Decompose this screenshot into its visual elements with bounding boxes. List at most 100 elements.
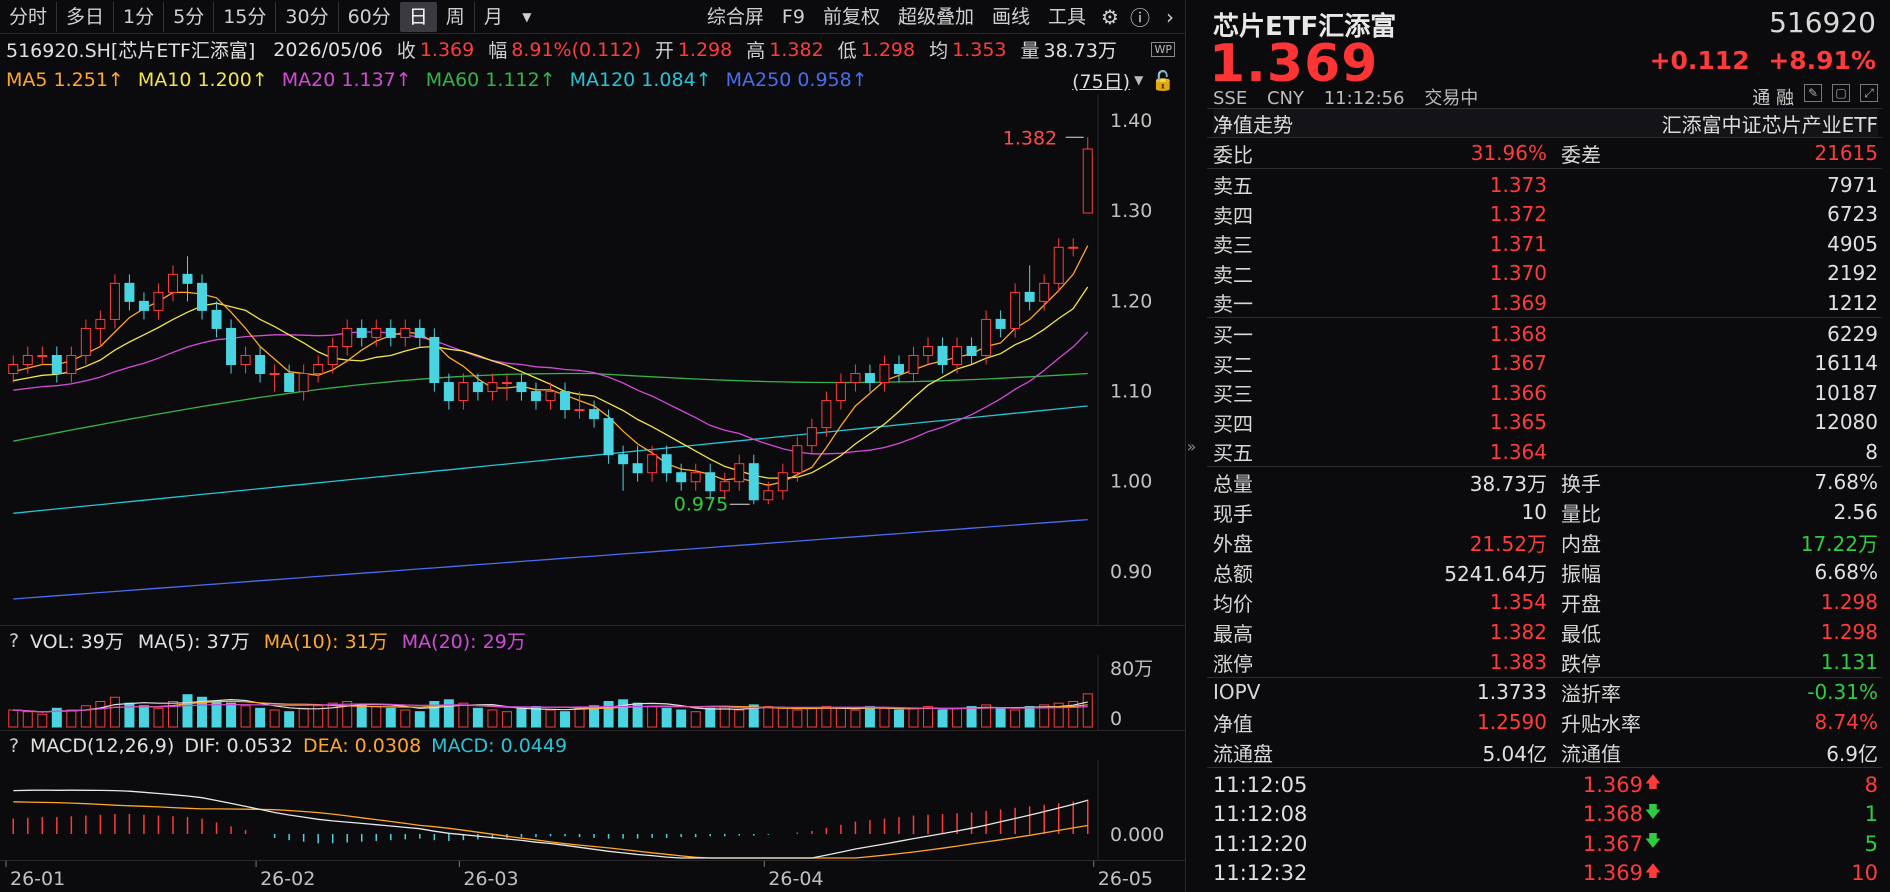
buy-level-row[interactable]: 买五 1.364 8 xyxy=(1213,437,1878,466)
stat-label: IOPV xyxy=(1213,680,1261,704)
candle-body xyxy=(719,481,730,492)
period-tab-1min[interactable]: 1分 xyxy=(113,1,163,32)
macd-help-icon[interactable]: ? xyxy=(6,735,22,757)
candle-body xyxy=(603,418,614,456)
buy-level-label: 买五 xyxy=(1213,441,1253,465)
volume-bar xyxy=(763,706,774,728)
stat-label: 换手 xyxy=(1561,471,1601,496)
tick-price: 1.368 xyxy=(1582,802,1643,826)
sell-level-row[interactable]: 卖一 1.369 1212 xyxy=(1213,288,1878,317)
tool-tools-button[interactable]: 工具 xyxy=(1039,2,1095,32)
candle-body xyxy=(501,382,512,385)
tool-zonghe-button[interactable]: 综合屏 xyxy=(698,2,773,32)
date-axis: 26-01 26-02 26-03 26-04 26-05 xyxy=(0,860,1185,890)
nav-trend-row[interactable]: 净值走势 汇添富中证芯片产业ETF xyxy=(1213,109,1878,137)
stat-row: 总额 5241.64万 振幅 6.68% xyxy=(1213,558,1878,586)
edit-icon[interactable]: ✎ xyxy=(1804,84,1822,102)
stat-value: 1.354 xyxy=(1489,590,1547,614)
period-tab-fenshi[interactable]: 分时 xyxy=(0,2,56,32)
buy-level-row[interactable]: 买二 1.367 16114 xyxy=(1213,349,1878,378)
volume-bar xyxy=(821,706,832,728)
sell-level-row[interactable]: 卖二 1.370 2192 xyxy=(1213,259,1878,288)
buy-level-row[interactable]: 买三 1.366 10187 xyxy=(1213,378,1878,407)
buy-level-qty: 8 xyxy=(1865,439,1878,464)
volume-chart[interactable]: 80万 0 xyxy=(0,655,1185,730)
volume-help-icon[interactable]: ? xyxy=(6,630,22,652)
high-value: 1.382 xyxy=(769,38,824,61)
stat-value: 1.298 xyxy=(1820,620,1878,644)
arrow-up-icon: 🡅 xyxy=(1644,860,1662,880)
tool-draw-button[interactable]: 画线 xyxy=(983,2,1039,32)
tick-qty: 1 xyxy=(1864,802,1878,826)
macd-dif-label: DIF: 0.0532 xyxy=(184,734,293,757)
nav-trend-link[interactable]: 净值走势 xyxy=(1213,109,1293,138)
candle-body xyxy=(95,318,106,329)
expand-icon[interactable]: ⤢ xyxy=(1860,84,1878,102)
volume-bar xyxy=(661,707,672,728)
volume-bar xyxy=(240,705,251,728)
sell-level-row[interactable]: 卖四 1.372 6723 xyxy=(1213,200,1878,229)
period-tab-day[interactable]: 日 xyxy=(399,1,437,32)
weibi-row: 委比 31.96% 委差 21615 xyxy=(1213,139,1878,167)
tool-fuquan-button[interactable]: 前复权 xyxy=(814,2,889,32)
sell-level-label: 卖一 xyxy=(1213,292,1253,316)
buy-level-price: 1.365 xyxy=(1489,410,1547,434)
volume-bar xyxy=(414,711,425,728)
buy-level-qty: 16114 xyxy=(1814,351,1878,375)
period-tab-30min[interactable]: 30分 xyxy=(275,1,337,32)
candle-body xyxy=(182,273,193,284)
stat-value: 8.74% xyxy=(1814,710,1878,734)
window-icon[interactable]: ▢ xyxy=(1832,84,1850,102)
help-icon[interactable]: ⓘ xyxy=(1125,2,1155,32)
buy-level-row[interactable]: 买一 1.368 6229 xyxy=(1213,319,1878,348)
stat-value: 1.2590 xyxy=(1477,710,1547,734)
close-label: 收 xyxy=(396,40,416,62)
period-tab-month[interactable]: 月 xyxy=(473,1,512,32)
date-tick-label: 26-05 xyxy=(1098,868,1153,890)
wp-icon[interactable]: WP xyxy=(1151,42,1175,57)
candle-body xyxy=(255,354,266,375)
days-dropdown-icon[interactable]: ▼ xyxy=(1134,73,1143,87)
chevron-right-icon[interactable]: › xyxy=(1155,2,1185,32)
volume-bar xyxy=(109,696,120,728)
buy-level-price: 1.364 xyxy=(1489,439,1547,464)
period-tab-15min[interactable]: 15分 xyxy=(213,1,275,32)
period-tab-5min[interactable]: 5分 xyxy=(163,1,213,32)
tick-row: 11:12:20 1.367 🡇 5 xyxy=(1213,829,1878,858)
ma20-label: MA20 1.137↑ xyxy=(281,69,412,91)
macd-chart[interactable]: 0.000 xyxy=(0,760,1185,860)
price-tick-label: 1.00 xyxy=(1110,471,1152,493)
tick-row: 11:12:32 1.369 🡅 10 xyxy=(1213,859,1878,888)
volume-bar xyxy=(777,707,788,728)
candle-body xyxy=(385,327,396,338)
tool-overlay-button[interactable]: 超级叠加 xyxy=(889,2,983,32)
candle-body xyxy=(1024,291,1035,302)
period-dropdown-icon[interactable]: ▼ xyxy=(512,2,542,32)
collapse-handle[interactable]: » xyxy=(1185,0,1197,892)
candle-body xyxy=(574,409,585,412)
candle-body xyxy=(167,273,178,293)
vol-ma10-label: MA(10): 31万 xyxy=(263,631,388,653)
divider xyxy=(1207,317,1882,318)
period-tab-duori[interactable]: 多日 xyxy=(56,1,113,32)
volume-bar xyxy=(545,709,556,728)
weibi-value: 31.96% xyxy=(1470,141,1547,165)
candle-body xyxy=(1010,291,1021,329)
sell-level-row[interactable]: 卖三 1.371 4905 xyxy=(1213,229,1878,258)
stat-value: 6.68% xyxy=(1814,560,1878,584)
ma5-label: MA5 1.251↑ xyxy=(6,69,124,91)
buy-level-row[interactable]: 买四 1.365 12080 xyxy=(1213,408,1878,437)
sell-level-row[interactable]: 卖五 1.373 7971 xyxy=(1213,170,1878,199)
stat-row: 最高 1.382 最低 1.298 xyxy=(1213,618,1878,646)
tool-f9-button[interactable]: F9 xyxy=(773,2,814,32)
period-tab-week[interactable]: 周 xyxy=(437,2,474,32)
days-selector[interactable]: (75日) xyxy=(1072,67,1130,94)
candlestick-chart[interactable]: 1.40 1.30 1.20 1.10 1.00 0.90 1.382 0.975 xyxy=(0,95,1185,625)
candle-body xyxy=(400,327,411,338)
date-tick-label: 26-02 xyxy=(260,868,315,890)
gear-icon[interactable]: ⚙ xyxy=(1095,2,1125,32)
period-tab-60min[interactable]: 60分 xyxy=(337,1,400,32)
tick-row: 11:12:08 1.368 🡇 1 xyxy=(1213,800,1878,829)
sell-level-price: 1.370 xyxy=(1489,261,1547,285)
lock-icon[interactable]: 🔓 xyxy=(1151,69,1175,92)
